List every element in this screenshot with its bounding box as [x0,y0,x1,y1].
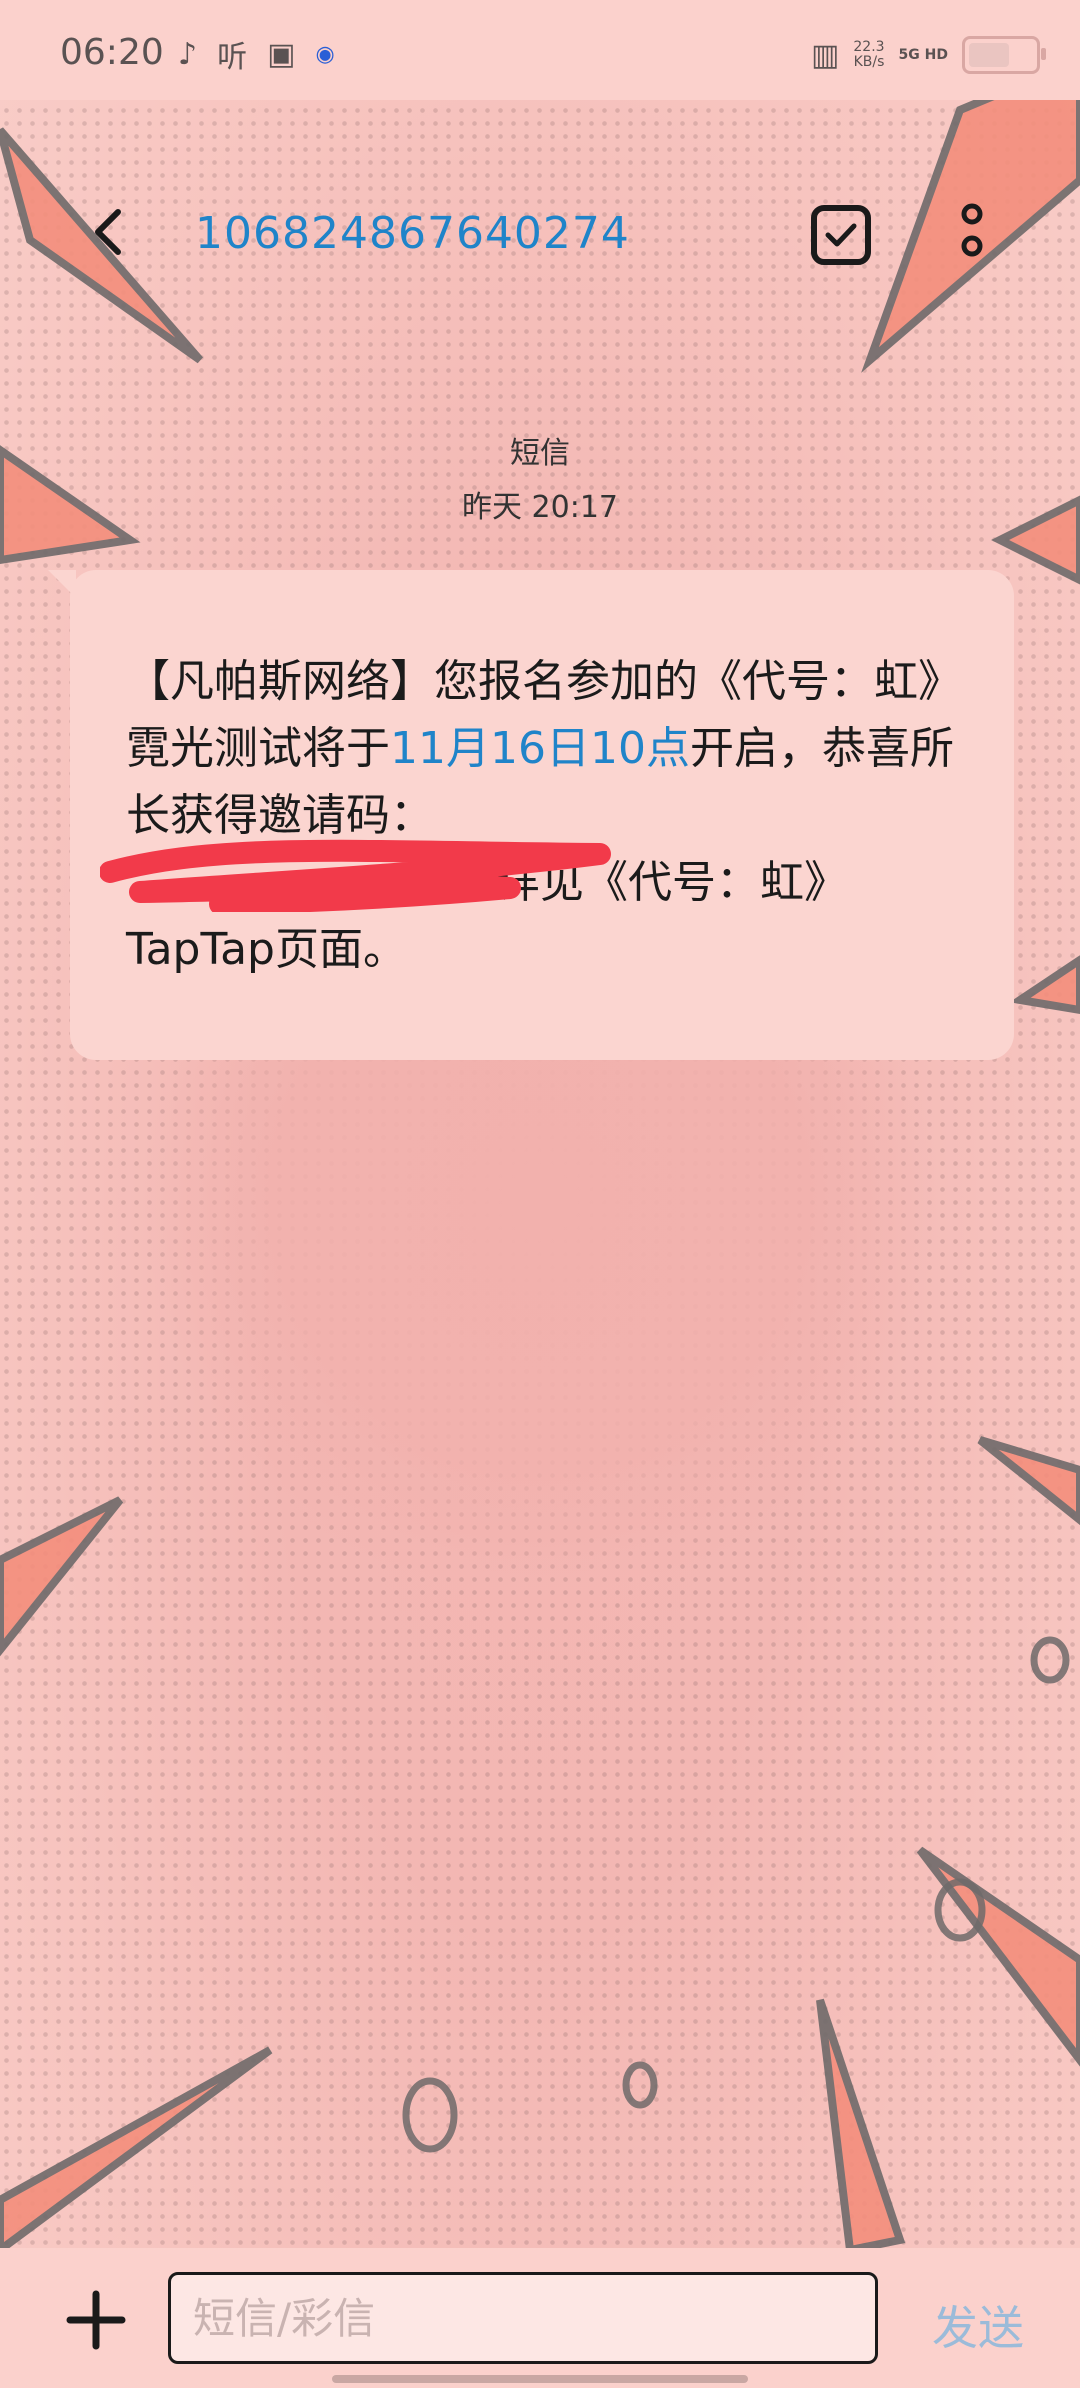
ting-icon: 听 [217,40,248,75]
back-arrow-icon[interactable] [80,202,140,262]
net-speed: 22.3 KB/s [853,39,885,70]
date-link[interactable]: 11月16日10点 [390,723,690,774]
comic-burst-decoration [0,55,1080,2255]
message-bubble[interactable]: 【凡帕斯网络】您报名参加的《代号：虹》霓光测试将于11月16日10点开启，恭喜所… [48,570,1014,1060]
home-indicator[interactable] [332,2375,748,2383]
conversation-header: 106824867640274 [0,180,1080,290]
status-right: ▥ 22.3 KB/s 5G HD [811,36,1046,74]
battery-icon [962,36,1046,74]
redaction-scribble [100,839,611,912]
message-text: 【凡帕斯网络】您报名参加的《代号：虹》霓光测试将于11月16日10点开启，恭喜所… [126,648,966,983]
network-indicator: 5G HD [898,46,948,63]
message-timestamp: 昨天 20:17 [462,490,618,525]
status-notification-icons: ♪ 听 ▣ ◉ [178,32,335,76]
message-input-box[interactable] [168,2272,878,2364]
status-bar: 06:20 ♪ 听 ▣ ◉ ▥ 22.3 KB/s 5G HD [0,0,1080,100]
send-button[interactable]: 发送 [932,2292,1024,2358]
add-attachment-icon[interactable] [66,2290,126,2350]
message-input[interactable] [171,2275,875,2361]
select-check-icon[interactable] [810,204,872,266]
composer-bar: 发送 [0,2248,1080,2388]
more-options-icon[interactable] [950,200,994,270]
message-meta: 短信 昨天 20:17 [0,428,1080,526]
message-type-label: 短信 [510,436,570,471]
status-time: 06:20 [60,32,164,73]
battery-level [969,43,1009,67]
vibrate-icon: ▥ [811,37,840,73]
browser-icon: ◉ [315,41,335,67]
clipboard-icon: ▣ [267,36,296,72]
tiktok-icon: ♪ [178,36,198,72]
contact-number-title[interactable]: 106824867640274 [195,208,630,259]
